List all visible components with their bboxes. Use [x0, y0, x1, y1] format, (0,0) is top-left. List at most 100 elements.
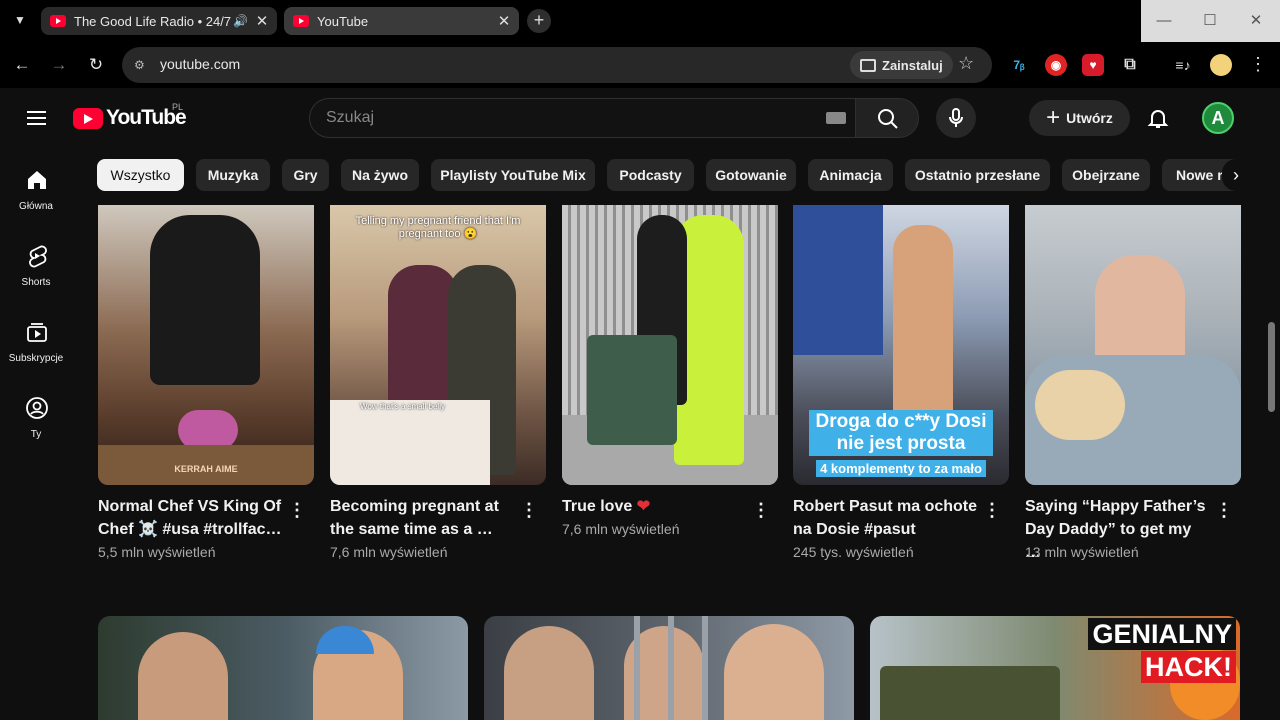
thumb-subtitle: Wow that's a small belly — [360, 402, 445, 411]
forward-icon[interactable]: → — [47, 53, 71, 77]
extensions-puzzle-icon[interactable]: ⧉ — [1119, 54, 1141, 76]
short-thumbnail[interactable] — [562, 205, 778, 485]
window-close-icon[interactable]: ✕ — [1233, 0, 1279, 42]
more-options-icon[interactable]: ⋮ — [288, 501, 306, 519]
short-title[interactable]: Robert Pasut ma ochote na Dosie #pasut — [793, 495, 979, 541]
chip-na-zywo[interactable]: Na żywo — [341, 159, 419, 191]
short-thumbnail[interactable]: Droga do c**y Dosi nie jest prosta 4 kom… — [793, 205, 1009, 485]
sidebar-item-label: Subskrypcje — [8, 353, 64, 364]
create-button[interactable]: + Utwórz — [1029, 100, 1130, 136]
thumb-face-left — [138, 632, 228, 720]
short-thumbnail[interactable]: KERRAH AIME — [98, 205, 314, 485]
more-options-icon[interactable]: ⋮ — [520, 501, 538, 519]
more-options-icon[interactable]: ⋮ — [752, 501, 770, 519]
browser-tab-radio[interactable]: The Good Life Radio • 24/7 🔊 ✕ — [41, 7, 277, 35]
short-title[interactable]: Normal Chef VS King Of Chef ☠️ #usa #tro… — [98, 495, 284, 541]
youtube-favicon-icon — [293, 15, 309, 27]
microphone-icon — [949, 108, 963, 127]
short-title-text: True love — [562, 498, 633, 515]
media-controls-icon[interactable]: ≡♪ — [1172, 54, 1194, 76]
chip-muzyka[interactable]: Muzyka — [196, 159, 270, 191]
sidebar-item-subscriptions[interactable]: Subskrypcje — [0, 314, 72, 374]
user-avatar[interactable]: A — [1202, 102, 1234, 134]
tab-title: The Good Life Radio • 24/7 — [74, 13, 232, 29]
translate-extension-icon[interactable]: 7ᵦ — [1008, 54, 1030, 76]
youtube-logo[interactable]: YouTube PL — [73, 102, 187, 129]
video-thumbnail[interactable] — [98, 616, 468, 720]
reload-icon[interactable]: ↻ — [84, 53, 108, 77]
tab-close-icon[interactable]: ✕ — [493, 12, 515, 30]
short-views: 13 mln wyświetleń — [1025, 544, 1139, 560]
chip-obejrzane[interactable]: Obejrzane — [1062, 159, 1150, 191]
chevron-right-icon[interactable]: › — [1222, 159, 1250, 191]
thumb-vehicle — [880, 666, 1060, 720]
url-text[interactable]: youtube.com — [160, 56, 240, 72]
chip-podcasty[interactable]: Podcasty — [607, 159, 694, 191]
sidebar-item-home[interactable]: Główna — [0, 162, 72, 222]
new-tab-button[interactable]: + — [527, 9, 551, 33]
notifications-bell-icon[interactable] — [1146, 106, 1170, 130]
minimize-icon[interactable]: — — [1141, 0, 1187, 42]
short-views: 245 tys. wyświetleń — [793, 544, 914, 560]
video-thumbnail[interactable]: GENIALNY HACK! — [870, 616, 1240, 720]
sidebar-item-shorts[interactable]: Shorts — [0, 238, 72, 298]
chip-wszystko[interactable]: Wszystko — [97, 159, 184, 191]
headline-line-2: HACK! — [1141, 651, 1236, 683]
chip-ostatnio-przeslane[interactable]: Ostatnio przesłane — [905, 159, 1050, 191]
filter-chips-bar: Wszystko Muzyka Gry Na żywo Playlisty Yo… — [97, 159, 1247, 191]
search-button[interactable] — [855, 98, 919, 138]
youtube-header: YouTube PL Szukaj + Utwórz A — [0, 88, 1280, 150]
video-thumbnail[interactable] — [484, 616, 854, 720]
speaker-icon[interactable]: 🔊 — [233, 14, 251, 28]
more-options-icon[interactable]: ⋮ — [1215, 501, 1233, 519]
chip-playlisty-mix[interactable]: Playlisty YouTube Mix — [431, 159, 595, 191]
heart-extension-icon[interactable]: ♥ — [1082, 54, 1104, 76]
voice-search-button[interactable] — [936, 98, 976, 138]
sidebar-item-you[interactable]: Ty — [0, 390, 72, 450]
thumb-cart — [587, 335, 677, 445]
chip-gry[interactable]: Gry — [282, 159, 329, 191]
thumb-onion — [178, 410, 238, 450]
chip-animacja[interactable]: Animacja — [808, 159, 893, 191]
tab-search-chevron-icon[interactable]: ▼ — [10, 10, 30, 30]
more-options-icon[interactable]: ⋮ — [983, 501, 1001, 519]
browser-menu-icon[interactable]: ⋮ — [1249, 54, 1267, 75]
address-bar[interactable]: ⚙ youtube.com Zainstaluj ☆ — [122, 47, 992, 83]
short-thumbnail[interactable]: Telling my pregnant friend that I'm preg… — [330, 205, 546, 485]
hamburger-menu-icon[interactable] — [27, 111, 46, 125]
install-icon — [860, 58, 876, 72]
back-icon[interactable]: ← — [10, 53, 34, 77]
sidebar-item-label: Ty — [30, 429, 42, 440]
caption-sub: 4 komplementy to za mało — [816, 460, 986, 477]
short-title[interactable]: True love ❤ — [562, 495, 748, 518]
search-placeholder: Szukaj — [326, 109, 375, 126]
browser-tab-youtube[interactable]: YouTube ✕ — [284, 7, 519, 35]
country-code: PL — [172, 102, 184, 112]
search-icon — [878, 109, 898, 129]
short-thumbnail[interactable] — [1025, 205, 1241, 485]
short-title[interactable]: Becoming pregnant at the same time as a … — [330, 495, 516, 541]
search-input[interactable]: Szukaj — [309, 98, 855, 138]
headline-line-1: GENIALNY — [1088, 618, 1236, 650]
red-extension-icon[interactable]: ◉ — [1045, 54, 1067, 76]
short-views: 7,6 mln wyświetleń — [330, 544, 448, 560]
shorts-icon — [29, 245, 47, 268]
plus-icon: + — [1046, 104, 1061, 131]
thumb-caption: Droga do c**y Dosi nie jest prosta 4 kom… — [809, 410, 993, 478]
maximize-icon[interactable]: ☐ — [1187, 0, 1233, 42]
bookmark-star-icon[interactable]: ☆ — [958, 53, 974, 74]
tab-close-icon[interactable]: ✕ — [251, 12, 273, 30]
home-icon — [28, 171, 46, 189]
window-controls: — ☐ ✕ — [1141, 0, 1280, 42]
thumb-figure — [150, 215, 260, 385]
keyboard-icon[interactable] — [826, 112, 846, 124]
browser-profile-avatar[interactable] — [1210, 54, 1232, 76]
thumb-screen — [793, 205, 883, 355]
tab-title: YouTube — [317, 13, 369, 29]
site-info-icon[interactable]: ⚙ — [134, 57, 150, 73]
page-scrollbar[interactable] — [1268, 322, 1275, 412]
subscriptions-icon — [27, 323, 47, 342]
chip-gotowanie[interactable]: Gotowanie — [706, 159, 796, 191]
mini-guide-sidebar: Główna Shorts Subskrypcje Ty — [0, 150, 72, 720]
install-app-button[interactable]: Zainstaluj — [850, 51, 953, 79]
